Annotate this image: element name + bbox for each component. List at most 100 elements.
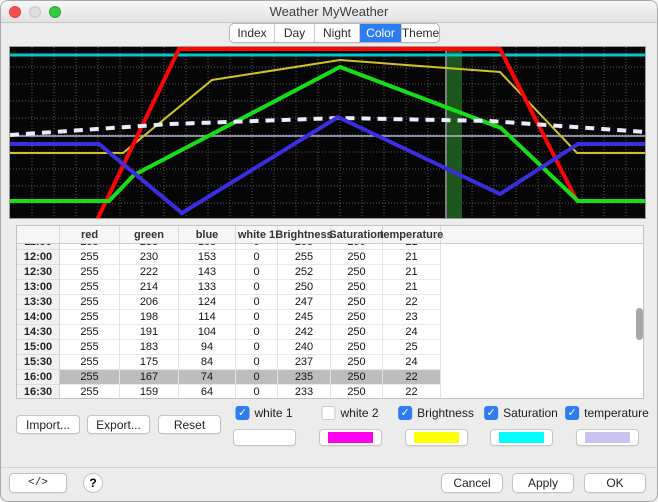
row-value: 242 <box>295 326 313 338</box>
column-header-red[interactable]: red <box>60 226 120 243</box>
table-cell: 23 <box>383 310 441 325</box>
table-cell: 84 <box>179 355 236 370</box>
table-row[interactable]: 16:0025516774023525022 <box>17 370 441 385</box>
export-button[interactable]: Export... <box>87 415 150 434</box>
white-1-checkbox[interactable]: ✓ <box>235 406 249 420</box>
row-value: 0 <box>253 356 259 368</box>
table-row[interactable]: 14:30255191104024225024 <box>17 325 441 340</box>
titlebar: Weather MyWeather <box>1 1 657 23</box>
footer-divider <box>1 467 657 468</box>
import-button[interactable]: Import... <box>16 415 80 434</box>
saturation-color-swatch[interactable] <box>490 429 553 446</box>
row-value: 64 <box>201 386 213 398</box>
table-scrollbar-thumb[interactable] <box>636 308 643 340</box>
row-value: 23 <box>405 311 417 323</box>
apply-button[interactable]: Apply <box>512 473 574 493</box>
column-header-white-1[interactable]: white 1 <box>236 226 278 243</box>
table-cell: 250 <box>331 295 383 310</box>
table-cell: 0 <box>236 385 278 399</box>
row-value: 250 <box>347 251 365 263</box>
white-2-label: white 2 <box>340 406 378 420</box>
table-row[interactable]: 15:3025517584023725024 <box>17 355 441 370</box>
table-cell: 237 <box>278 355 331 370</box>
row-value: 22 <box>405 386 417 398</box>
table-cell: 206 <box>120 295 179 310</box>
table-cell: 15:30 <box>17 355 60 370</box>
row-value: 183 <box>140 341 158 353</box>
table-cell: 21 <box>383 250 441 265</box>
cancel-button[interactable]: Cancel <box>441 473 503 493</box>
table-cell: 114 <box>179 310 236 325</box>
temperature-checkbox[interactable]: ✓ <box>565 406 579 420</box>
table-cell: 191 <box>120 325 179 340</box>
table-cell: 14:30 <box>17 325 60 340</box>
table-row[interactable]: 12:30255222143025225021 <box>17 265 441 280</box>
table-cell: 14:00 <box>17 310 60 325</box>
row-time: 12:30 <box>24 266 52 278</box>
table-row[interactable]: 13:30255206124024725022 <box>17 295 441 310</box>
column-header-temperature[interactable]: temperature <box>383 226 441 243</box>
table-cell: 222 <box>120 265 179 280</box>
table-cell: 15:00 <box>17 340 60 355</box>
row-time: 13:00 <box>24 281 52 293</box>
table-row[interactable]: 12:00255230153025525021 <box>17 250 441 265</box>
row-time: 16:30 <box>24 386 52 398</box>
saturation-checkbox[interactable]: ✓ <box>484 406 498 420</box>
tab-night[interactable]: Night <box>315 24 360 42</box>
row-value: 247 <box>295 296 313 308</box>
row-value: 167 <box>140 371 158 383</box>
brightness-label: Brightness <box>417 406 474 420</box>
white-2-color-swatch[interactable] <box>319 429 382 446</box>
row-value: 104 <box>198 326 216 338</box>
tab-color[interactable]: Color <box>360 24 402 42</box>
row-value: 0 <box>253 311 259 323</box>
brightness-color-swatch[interactable] <box>405 429 468 446</box>
white-2-checkbox[interactable] <box>321 406 335 420</box>
column-header-blue[interactable]: blue <box>179 226 236 243</box>
table-cell: 22 <box>383 385 441 399</box>
column-header-green[interactable]: green <box>120 226 179 243</box>
source-code-button[interactable]: </> <box>9 473 67 493</box>
tab-theme[interactable]: Theme <box>402 24 439 42</box>
saturation-color-fill <box>499 432 544 443</box>
reset-button[interactable]: Reset <box>158 415 221 434</box>
column-header-time[interactable] <box>17 226 60 243</box>
table-row[interactable]: 14:00255198114024525023 <box>17 310 441 325</box>
row-value: 191 <box>140 326 158 338</box>
color-curves-chart[interactable] <box>9 46 646 219</box>
row-value: 250 <box>295 281 313 293</box>
row-value: 0 <box>253 341 259 353</box>
ok-button[interactable]: OK <box>584 473 646 493</box>
row-value: 250 <box>347 244 365 248</box>
brightness-checkbox[interactable]: ✓ <box>398 406 412 420</box>
column-header-brightness[interactable]: Brightness <box>278 226 331 243</box>
row-value: 0 <box>253 251 259 263</box>
row-time: 12:00 <box>24 251 52 263</box>
temperature-color-swatch[interactable] <box>576 429 639 446</box>
table-cell: 250 <box>331 265 383 280</box>
table-cell: 255 <box>60 250 120 265</box>
table-cell: 255 <box>60 295 120 310</box>
row-value: 74 <box>201 371 213 383</box>
white-1-color-swatch[interactable] <box>233 429 296 446</box>
table-cell: 250 <box>278 280 331 295</box>
tab-index[interactable]: Index <box>230 24 275 42</box>
table-cell: 255 <box>60 325 120 340</box>
row-value: 22 <box>405 371 417 383</box>
row-value: 255 <box>80 341 98 353</box>
row-value: 94 <box>201 341 213 353</box>
table-cell: 175 <box>120 355 179 370</box>
column-header-saturation[interactable]: Saturation <box>331 226 383 243</box>
table-cell: 0 <box>236 355 278 370</box>
row-value: 255 <box>80 356 98 368</box>
help-button[interactable]: ? <box>83 473 103 493</box>
table-row[interactable]: 16:3025515964023325022 <box>17 385 441 399</box>
row-value: 250 <box>347 296 365 308</box>
table-cell: 0 <box>236 370 278 385</box>
tab-day[interactable]: Day <box>275 24 315 42</box>
table-row[interactable]: 13:00255214133025025021 <box>17 280 441 295</box>
tab-bar: IndexDayNightColorTheme <box>229 23 440 43</box>
table-cell: 250 <box>331 355 383 370</box>
table-row[interactable]: 15:0025518394024025025 <box>17 340 441 355</box>
table-cell: 124 <box>179 295 236 310</box>
